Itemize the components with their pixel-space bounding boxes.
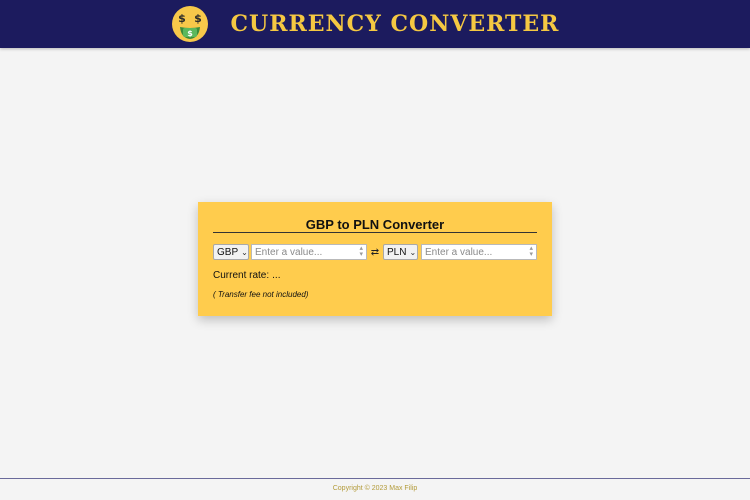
converter-title: GBP to PLN Converter: [213, 218, 537, 233]
svg-text:$: $: [194, 12, 202, 25]
svg-text:$: $: [178, 12, 186, 25]
from-currency-select[interactable]: GBP ⌄: [213, 244, 249, 260]
copyright-text: Copyright © 2023 Max Filip: [332, 485, 418, 492]
rate-value: ...: [272, 270, 281, 281]
to-amount-input[interactable]: Enter a value... ▴ ▾: [421, 244, 537, 260]
app-header: $ $ $ CURRENCY CONVERTER: [0, 0, 750, 48]
to-currency-select[interactable]: PLN ⌄: [383, 244, 418, 260]
converter-card: GBP to PLN Converter GBP ⌄ Enter a value…: [198, 202, 552, 316]
to-amount-placeholder: Enter a value...: [425, 246, 493, 258]
from-amount-input[interactable]: Enter a value... ▴ ▾: [251, 244, 367, 260]
fee-note: ( Transfer fee not included): [213, 290, 309, 299]
from-currency-value: GBP: [217, 246, 239, 258]
swap-icon[interactable]: ⇄: [367, 247, 383, 258]
app-title: CURRENCY CONVERTER: [230, 11, 560, 37]
svg-text:$: $: [187, 29, 193, 38]
from-amount-placeholder: Enter a value...: [255, 246, 323, 258]
converter-row: GBP ⌄ Enter a value... ▴ ▾ ⇄ PLN ⌄ Enter …: [213, 244, 537, 260]
spinner-icon: ▴ ▾: [359, 245, 363, 258]
chevron-down-icon: ⌄: [241, 247, 248, 257]
money-mouth-face-icon: $ $ $: [171, 6, 208, 42]
current-rate: Current rate: ...: [213, 270, 537, 281]
spinner-icon: ▴ ▾: [529, 245, 533, 258]
to-currency-value: PLN: [387, 246, 407, 258]
rate-label: Current rate:: [213, 270, 270, 281]
footer: Copyright © 2023 Max Filip: [0, 478, 750, 500]
chevron-down-icon: ⌄: [409, 247, 417, 257]
